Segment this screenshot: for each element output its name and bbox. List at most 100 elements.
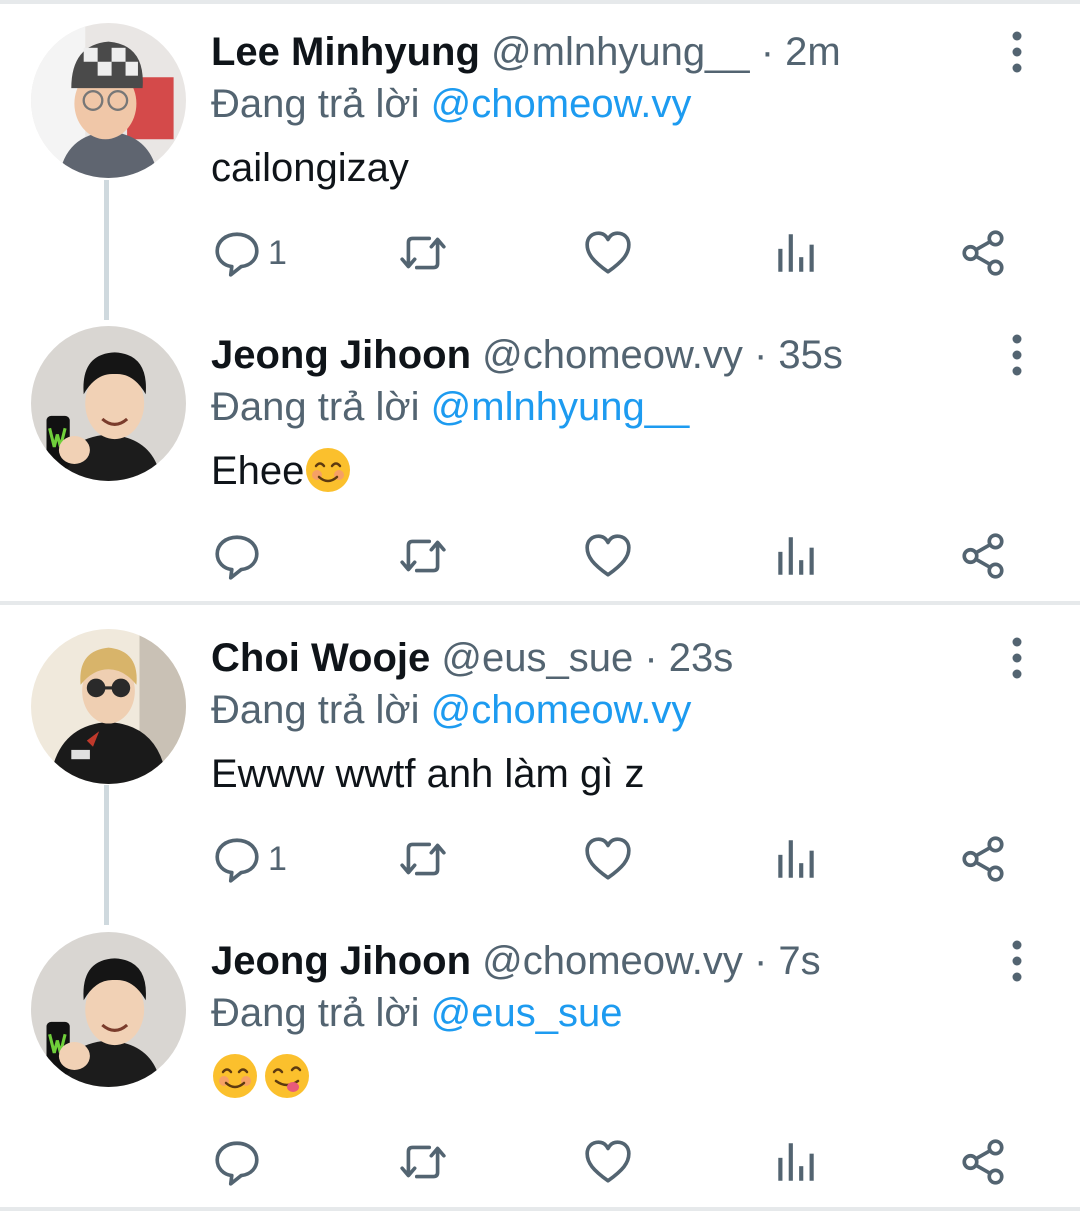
- share-button[interactable]: [958, 1134, 1008, 1190]
- share-button[interactable]: [958, 225, 1008, 281]
- display-name[interactable]: Jeong Jihoon: [211, 333, 471, 377]
- tweet[interactable]: Jeong Jihoon @chomeow.vy · 7s Đang trả l…: [0, 909, 1080, 1212]
- replying-to: Đang trả lời @chomeow.vy: [211, 682, 691, 738]
- more-icon[interactable]: [1005, 634, 1029, 682]
- separator: ·: [753, 333, 768, 377]
- retweet-icon: [400, 539, 446, 573]
- tweet-text: [211, 1049, 311, 1105]
- more-icon[interactable]: [1005, 937, 1029, 985]
- like-icon: [585, 837, 631, 880]
- tweet-text: Ewww wwtf anh làm gì z: [211, 746, 644, 802]
- more-icon[interactable]: [1005, 331, 1029, 379]
- tweet[interactable]: Choi Wooje @eus_sue · 23s Đang trả lời @…: [0, 606, 1080, 909]
- share-icon: [962, 1139, 1004, 1185]
- reply-icon: [215, 1141, 259, 1186]
- more-icon[interactable]: [1005, 28, 1029, 76]
- tweet-actions: [0, 1134, 1080, 1194]
- username[interactable]: @eus_sue: [441, 636, 633, 680]
- retweet-button[interactable]: [398, 528, 448, 584]
- like-icon: [585, 534, 631, 577]
- tweet[interactable]: Jeong Jihoon @chomeow.vy · 35s Đang trả …: [0, 303, 1080, 606]
- tweet[interactable]: Lee Minhyung @mlnhyung__ · 2m Đang trả l…: [0, 0, 1080, 303]
- reply-icon: [215, 838, 259, 883]
- analytics-button[interactable]: [771, 528, 821, 584]
- smiling-face-emoji: [211, 1052, 259, 1100]
- tweet-actions: [0, 528, 1080, 588]
- timestamp[interactable]: 7s: [778, 939, 820, 983]
- analytics-icon: [778, 234, 814, 272]
- avatar-jeong-jihoon[interactable]: [31, 932, 186, 1087]
- share-icon: [962, 230, 1004, 276]
- display-name[interactable]: Choi Wooje: [211, 636, 430, 680]
- tweet-actions: 1: [0, 225, 1080, 285]
- share-button[interactable]: [958, 831, 1008, 887]
- replying-to: Đang trả lời @mlnhyung__: [211, 379, 689, 435]
- like-button[interactable]: [583, 831, 633, 887]
- reply-count: 1: [268, 839, 287, 878]
- replying-to: Đang trả lời @eus_sue: [211, 985, 623, 1041]
- retweet-icon: [400, 842, 446, 876]
- analytics-icon: [778, 1143, 814, 1181]
- retweet-icon: [400, 236, 446, 270]
- display-name[interactable]: Jeong Jihoon: [211, 939, 471, 983]
- avatar-jeong-jihoon[interactable]: [31, 326, 186, 481]
- avatar-choi-wooje[interactable]: [31, 629, 186, 784]
- tweet-header: Lee Minhyung @mlnhyung__ · 2m: [211, 24, 841, 80]
- display-name[interactable]: Lee Minhyung: [211, 30, 480, 74]
- replying-to-label: Đang trả lời: [211, 82, 420, 126]
- reply-icon: [215, 535, 259, 580]
- username[interactable]: @chomeow.vy: [482, 939, 743, 983]
- tweet-text-content: Ehee: [211, 449, 305, 493]
- like-button[interactable]: [583, 528, 633, 584]
- analytics-icon: [778, 537, 814, 575]
- like-icon: [585, 231, 631, 274]
- tweet-header: Jeong Jihoon @chomeow.vy · 35s: [211, 327, 843, 383]
- separator: ·: [753, 939, 768, 983]
- timestamp[interactable]: 2m: [785, 30, 841, 74]
- tweet-header: Jeong Jihoon @chomeow.vy · 7s: [211, 933, 821, 989]
- analytics-button[interactable]: [771, 225, 821, 281]
- yum-face-emoji: [263, 1052, 311, 1100]
- reply-button[interactable]: 1: [212, 831, 287, 887]
- like-icon: [585, 1140, 631, 1183]
- replying-to: Đang trả lời @chomeow.vy: [211, 76, 691, 132]
- tweet-text: Ehee: [211, 443, 352, 499]
- reply-button[interactable]: [212, 528, 268, 584]
- share-icon: [962, 836, 1004, 882]
- replying-to-label: Đang trả lời: [211, 991, 420, 1035]
- username[interactable]: @chomeow.vy: [482, 333, 743, 377]
- tweet-actions: 1: [0, 831, 1080, 891]
- username[interactable]: @mlnhyung__: [491, 30, 750, 74]
- tweet-header: Choi Wooje @eus_sue · 23s: [211, 630, 733, 686]
- smiling-face-emoji: [304, 446, 352, 494]
- reply-button[interactable]: [212, 1134, 268, 1190]
- avatar-lee-minhyung[interactable]: [31, 23, 186, 178]
- replying-to-label: Đang trả lời: [211, 385, 420, 429]
- reply-mention-link[interactable]: @mlnhyung__: [431, 385, 690, 429]
- tweet-text-content: Ewww wwtf anh làm gì z: [211, 752, 645, 796]
- share-icon: [962, 533, 1004, 579]
- reply-button[interactable]: 1: [212, 225, 287, 281]
- tweet-text: cailongizay: [211, 140, 409, 196]
- like-button[interactable]: [583, 225, 633, 281]
- analytics-button[interactable]: [771, 1134, 821, 1190]
- reply-icon: [215, 232, 259, 277]
- separator: ·: [644, 636, 658, 680]
- separator: ·: [760, 30, 775, 74]
- timestamp[interactable]: 35s: [778, 333, 843, 377]
- reply-count: 1: [268, 233, 287, 272]
- like-button[interactable]: [583, 1134, 633, 1190]
- analytics-icon: [778, 840, 814, 878]
- tweet-text-content: cailongizay: [211, 146, 409, 190]
- share-button[interactable]: [958, 528, 1008, 584]
- replying-to-label: Đang trả lời: [211, 688, 420, 732]
- timestamp[interactable]: 23s: [669, 636, 734, 680]
- retweet-button[interactable]: [398, 225, 448, 281]
- analytics-button[interactable]: [771, 831, 821, 887]
- retweet-button[interactable]: [398, 1134, 448, 1190]
- retweet-button[interactable]: [398, 831, 448, 887]
- reply-mention-link[interactable]: @chomeow.vy: [431, 688, 692, 732]
- reply-mention-link[interactable]: @eus_sue: [431, 991, 623, 1035]
- reply-mention-link[interactable]: @chomeow.vy: [431, 82, 692, 126]
- retweet-icon: [400, 1145, 446, 1179]
